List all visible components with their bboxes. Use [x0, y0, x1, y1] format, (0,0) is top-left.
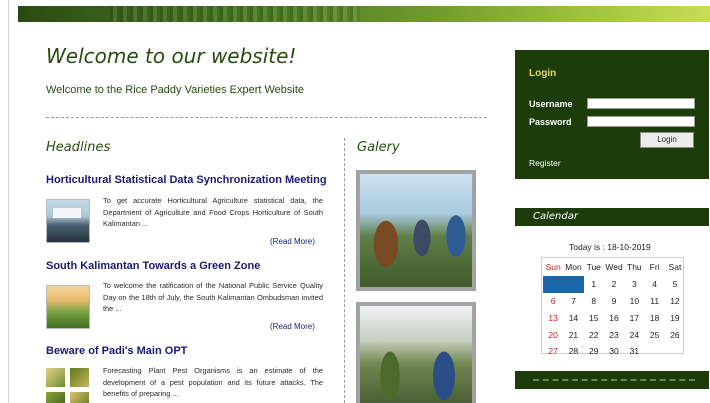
- calendar-day[interactable]: 18: [644, 309, 664, 326]
- calendar-day[interactable]: 29: [584, 343, 604, 360]
- gallery-heading: Galery: [357, 140, 400, 155]
- headline-excerpt: Forecasting Plant Pest Organisms is an e…: [103, 366, 323, 398]
- calendar-day[interactable]: 10: [624, 293, 644, 310]
- calendar-day[interactable]: 20: [543, 326, 563, 343]
- weekday-header: Fri: [649, 262, 660, 273]
- calendar-empty-cell: [543, 275, 564, 293]
- username-input[interactable]: [587, 98, 695, 109]
- calendar-empty-cell: [665, 343, 685, 360]
- weekday-header: Wed: [605, 262, 623, 273]
- leaf-image: [70, 368, 89, 387]
- calendar-day[interactable]: 13: [543, 309, 563, 326]
- weekday-header: Sun: [545, 262, 561, 273]
- weekday-header: Tue: [586, 262, 601, 273]
- username-label: Username: [529, 99, 573, 109]
- calendar-day[interactable]: 30: [604, 343, 624, 360]
- calendar-empty-cell: [644, 343, 664, 360]
- calendar-day[interactable]: 2: [604, 276, 624, 293]
- calendar-day[interactable]: 4: [644, 276, 664, 293]
- calendar-day[interactable]: 27: [543, 343, 563, 360]
- calendar-day[interactable]: 8: [584, 293, 604, 310]
- headline-excerpt: To welcome the ratification of the Natio…: [103, 281, 323, 313]
- calendar-day[interactable]: 28: [563, 343, 583, 360]
- today-date: Today is : 18-10-2019: [569, 242, 651, 252]
- calendar-day[interactable]: 5: [665, 276, 685, 293]
- read-more-link[interactable]: (Read More): [270, 322, 315, 331]
- calendar-title: Calendar: [533, 211, 578, 222]
- calendar-day[interactable]: 24: [624, 326, 644, 343]
- login-title: Login: [529, 68, 557, 79]
- headline-title[interactable]: Horticultural Statistical Data Synchroni…: [46, 174, 327, 186]
- calendar-day[interactable]: 17: [624, 309, 644, 326]
- calendar-day[interactable]: 1: [584, 276, 604, 293]
- calendar-day[interactable]: 19: [665, 309, 685, 326]
- weekday-header: Sat: [668, 262, 682, 273]
- calendar-day[interactable]: 26: [665, 326, 685, 343]
- page-subtitle: Welcome to the Rice Paddy Varieties Expe…: [46, 84, 305, 96]
- headline-thumbnail[interactable]: [46, 368, 90, 403]
- headlines-heading: Headlines: [46, 140, 111, 155]
- column-divider: [344, 138, 345, 403]
- calendar-day[interactable]: 15: [584, 309, 604, 326]
- leaf-image: [46, 368, 65, 387]
- calendar-day[interactable]: 22: [584, 326, 604, 343]
- calendar-week-row: 6 7 8 9 10 11 12: [543, 293, 685, 310]
- calendar-week-row: 13 14 15 16 17 18 19: [543, 309, 685, 326]
- calendar-week-row: 20 21 22 23 24 25 26: [543, 326, 685, 343]
- page-title: Welcome to our website!: [46, 44, 297, 68]
- calendar-week-row: 27 28 29 30 31: [543, 343, 685, 360]
- calendar-day[interactable]: 9: [604, 293, 624, 310]
- register-link[interactable]: Register: [529, 158, 561, 168]
- sidebar-footer-bar: [515, 371, 709, 389]
- calendar-header: Calendar: [515, 208, 709, 226]
- calendar-day[interactable]: 14: [563, 309, 583, 326]
- password-input[interactable]: [587, 116, 695, 127]
- headline-thumbnail[interactable]: [46, 285, 90, 329]
- calendar-day[interactable]: 6: [543, 293, 563, 310]
- password-label: Password: [529, 117, 572, 127]
- calendar-empty-cell: [563, 275, 584, 293]
- calendar-grid: Sun Mon Tue Wed Thu Fri Sat 1 2 3 4 5 6 7 8 9 10 1…: [543, 259, 685, 360]
- calendar-day[interactable]: 23: [604, 326, 624, 343]
- read-more-link[interactable]: (Read More): [270, 237, 315, 246]
- login-panel: Login Username Password Login Register: [515, 50, 709, 179]
- calendar-day[interactable]: 7: [563, 293, 583, 310]
- calendar-day[interactable]: 21: [563, 326, 583, 343]
- headline-title[interactable]: Beware of Padi's Main OPT: [46, 345, 187, 357]
- weekday-header: Mon: [565, 262, 582, 273]
- gallery-photo[interactable]: [356, 170, 476, 291]
- calendar-day[interactable]: 16: [604, 309, 624, 326]
- welcome-divider: [46, 117, 487, 118]
- leaf-image: [46, 392, 65, 403]
- header-banner: [18, 6, 710, 22]
- login-button[interactable]: Login: [640, 132, 694, 148]
- leaf-image: [70, 392, 89, 403]
- calendar-day[interactable]: 11: [644, 293, 664, 310]
- headline-title[interactable]: South Kalimantan Towards a Green Zone: [46, 260, 260, 272]
- headline-excerpt: To get accurate Horticultural Agricultur…: [103, 196, 323, 228]
- calendar-day[interactable]: 12: [665, 293, 685, 310]
- weekday-header: Thu: [627, 262, 642, 273]
- calendar-day[interactable]: 31: [624, 343, 644, 360]
- footer-bar-divider: [533, 379, 695, 381]
- headline-thumbnail[interactable]: [46, 199, 90, 243]
- gallery-photo[interactable]: [356, 302, 476, 403]
- calendar-day[interactable]: 25: [644, 326, 664, 343]
- calendar-day[interactable]: 3: [624, 276, 644, 293]
- calendar-week-row: 12345: [543, 275, 685, 293]
